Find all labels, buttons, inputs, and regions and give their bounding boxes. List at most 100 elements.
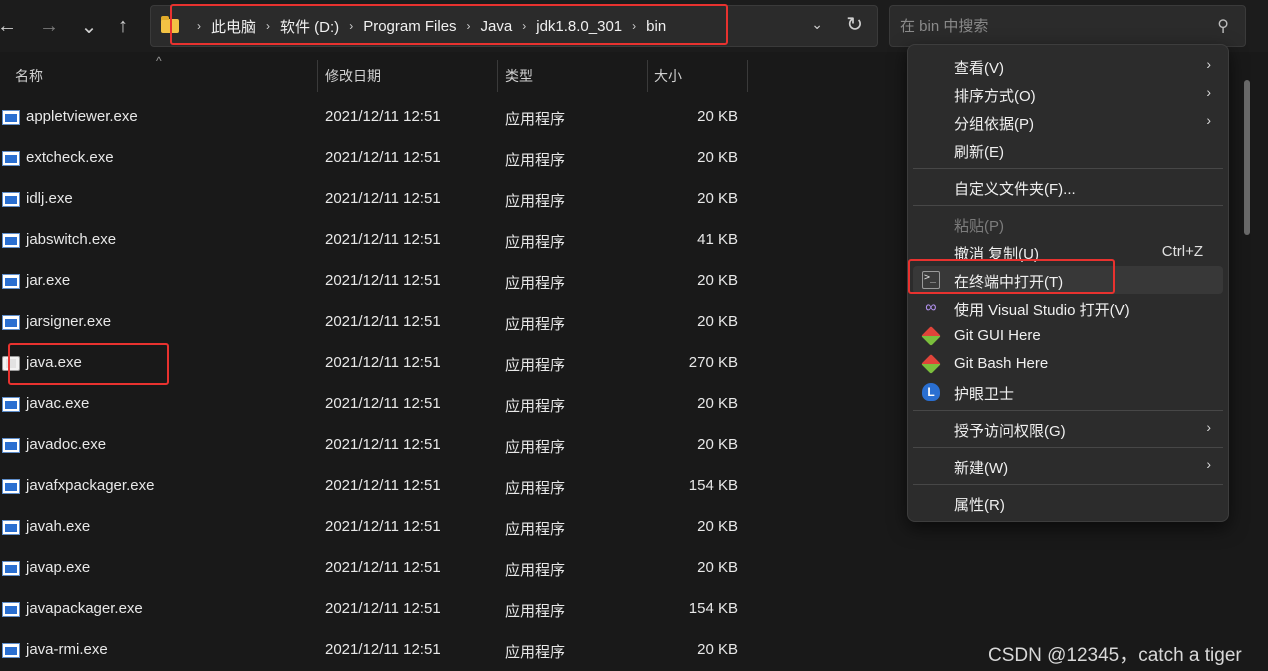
file-type: 应用程序 [505,234,566,251]
menu-item-properties[interactable]: 属性(R) [913,489,1223,517]
menu-item-undo-copy[interactable]: 撤消 复制(U) Ctrl+Z [913,238,1223,266]
file-date: 2021/12/11 12:51 [325,108,441,125]
file-type: 应用程序 [505,275,566,292]
address-bar[interactable]: › 此电脑 › 软件 (D:) › Program Files › Java ›… [150,5,878,47]
breadcrumb-this-pc[interactable]: 此电脑 [211,16,256,37]
column-header-type[interactable]: 类型 [505,60,533,92]
search-input[interactable] [898,14,1198,38]
table-row[interactable]: javac.exe 2021/12/11 12:51 应用程序 20 KB [0,384,900,425]
table-row[interactable]: jarsigner.exe 2021/12/11 12:51 应用程序 20 KB [0,302,900,343]
watermark: CSDN @12345，catch a tiger [988,645,1242,666]
file-name: appletviewer.exe [26,108,138,125]
menu-item-customize-folder[interactable]: 自定义文件夹(F)... [913,173,1223,201]
menu-item-git-bash[interactable]: Git Bash Here [913,350,1223,378]
menu-label: 使用 Visual Studio 打开(V) [954,302,1130,319]
breadcrumb-bin[interactable]: bin [646,18,666,35]
breadcrumb-jdk[interactable]: jdk1.8.0_301 [536,18,622,35]
table-row[interactable]: javadoc.exe 2021/12/11 12:51 应用程序 20 KB [0,425,900,466]
file-size: 20 KB [697,436,738,453]
file-type: 应用程序 [505,603,566,620]
menu-item-refresh[interactable]: 刷新(E) [913,136,1223,164]
exe-icon [2,561,20,576]
menu-label: Git Bash Here [954,355,1049,372]
table-row[interactable]: java-rmi.exe 2021/12/11 12:51 应用程序 20 KB [0,630,900,671]
exe-icon [2,233,20,248]
vertical-scrollbar[interactable] [1244,80,1250,235]
file-name: javap.exe [26,559,91,576]
table-row[interactable]: javafxpackager.exe 2021/12/11 12:51 应用程序 15… [0,466,900,507]
menu-item-new[interactable]: 新建(W) › [913,452,1223,480]
breadcrumb-separator: › [632,19,637,33]
table-row[interactable]: extcheck.exe 2021/12/11 12:51 应用程序 20 KB [0,138,900,179]
file-name: jabswitch.exe [26,231,117,248]
file-name: java-rmi.exe [26,641,108,658]
forward-button[interactable]: → [34,10,64,42]
table-row[interactable]: jar.exe 2021/12/11 12:51 应用程序 20 KB [0,261,900,302]
menu-item-view[interactable]: 查看(V) › [913,52,1223,80]
column-divider[interactable] [317,60,318,92]
file-type: 应用程序 [505,562,566,579]
table-row[interactable]: idlj.exe 2021/12/11 12:51 应用程序 20 KB [0,179,900,220]
menu-item-git-gui[interactable]: Git GUI Here [913,322,1223,350]
column-header-size[interactable]: 大小 [654,60,682,92]
exe-icon [2,479,20,494]
exe-icon [2,602,20,617]
search-icon: ⚲ [1217,18,1229,35]
file-type: 应用程序 [505,521,566,538]
column-header-date[interactable]: 修改日期 [325,60,381,92]
menu-item-sort[interactable]: 排序方式(O) › [913,80,1223,108]
file-date: 2021/12/11 12:51 [325,190,441,207]
file-date: 2021/12/11 12:51 [325,436,441,453]
menu-item-open-in-terminal[interactable]: 在终端中打开(T) [913,266,1223,294]
table-row[interactable]: javapackager.exe 2021/12/11 12:51 应用程序 154 … [0,589,900,630]
exe-icon [2,438,20,453]
file-date: 2021/12/11 12:51 [325,641,441,658]
file-name: jar.exe [26,272,71,289]
menu-item-group[interactable]: 分组依据(P) › [913,108,1223,136]
java-exe-icon [2,356,20,371]
refresh-icon[interactable]: ↻ [846,12,863,37]
breadcrumb-java[interactable]: Java [481,18,513,35]
exe-icon [2,397,20,412]
column-divider[interactable] [647,60,648,92]
up-arrow-icon: ↑ [118,14,128,37]
chevron-right-icon: › [1206,112,1211,128]
file-date: 2021/12/11 12:51 [325,354,441,371]
table-row[interactable]: java.exe 2021/12/11 12:51 应用程序 270 KB [0,343,900,384]
menu-item-paste[interactable]: 粘贴(P) [913,210,1223,238]
exe-icon [2,274,20,289]
table-row[interactable]: javap.exe 2021/12/11 12:51 应用程序 20 KB [0,548,900,589]
column-header-name[interactable]: 名称 [15,60,43,92]
menu-item-eye-guard[interactable]: L 护眼卫士 [913,378,1223,406]
menu-item-open-with-visual-studio[interactable]: ∞ 使用 Visual Studio 打开(V) [913,294,1223,322]
column-divider[interactable] [747,60,748,92]
file-date: 2021/12/11 12:51 [325,600,441,617]
file-size: 20 KB [697,149,738,166]
table-row[interactable]: jabswitch.exe 2021/12/11 12:51 应用程序 41 KB [0,220,900,261]
recent-locations-button[interactable]: ⌄ [74,10,104,42]
back-arrow-icon: ← [0,14,17,37]
menu-label: 粘贴(P) [954,218,1004,235]
up-button[interactable]: ↑ [108,10,138,42]
column-divider[interactable] [497,60,498,92]
address-history-chevron-icon[interactable]: ⌄ [811,16,823,33]
menu-separator [913,447,1223,448]
search-box[interactable]: ⚲ [889,5,1246,47]
breadcrumb-program-files[interactable]: Program Files [363,18,456,35]
back-button[interactable]: ← [0,10,22,42]
table-row[interactable]: appletviewer.exe 2021/12/11 12:51 应用程序 20 K… [0,97,900,138]
breadcrumb-drive-d[interactable]: 软件 (D:) [280,16,339,37]
file-size: 20 KB [697,395,738,412]
file-size: 270 KB [688,354,738,371]
menu-separator [913,484,1223,485]
menu-item-grant-access[interactable]: 授予访问权限(G) › [913,415,1223,443]
file-name: javadoc.exe [26,436,107,453]
file-size: 154 KB [688,600,738,617]
file-name: java.exe [26,354,82,371]
breadcrumb-separator: › [349,19,354,33]
file-date: 2021/12/11 12:51 [325,559,441,576]
table-row[interactable]: javah.exe 2021/12/11 12:51 应用程序 20 KB [0,507,900,548]
file-size: 41 KB [697,231,738,248]
file-size: 20 KB [697,108,738,125]
menu-separator [913,205,1223,206]
